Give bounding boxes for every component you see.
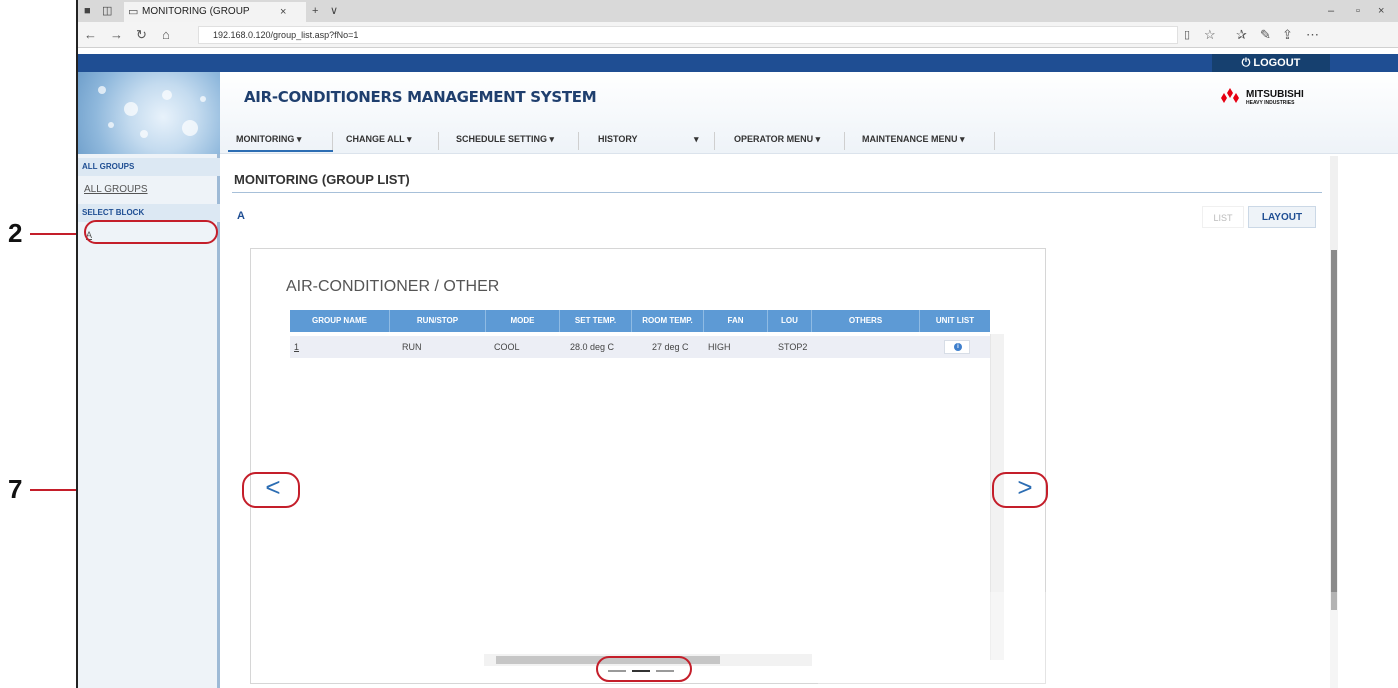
maximize-icon[interactable]: ▫ bbox=[1356, 0, 1360, 22]
callout-number-2: 2 bbox=[8, 218, 23, 248]
highlight-page-indicator bbox=[596, 656, 692, 682]
tab-menu-icon[interactable]: ∨ bbox=[330, 0, 338, 22]
column-others[interactable]: OTHERS bbox=[812, 310, 920, 332]
app-tab-icon[interactable]: ■ bbox=[84, 0, 91, 22]
url-text: 192.168.0.120/group_list.asp?fNo=1 bbox=[213, 30, 359, 40]
back-icon[interactable]: ← bbox=[84, 22, 97, 48]
browser-tab[interactable]: ▭ MONITORING (GROUP × bbox=[124, 2, 306, 22]
reading-view-icon[interactable]: ▯ bbox=[1184, 22, 1190, 48]
tab-close-icon[interactable]: × bbox=[280, 2, 286, 22]
column-mode[interactable]: MODE bbox=[486, 310, 560, 332]
menu-change-all[interactable]: CHANGE ALL ▾ bbox=[346, 128, 412, 152]
panel-title: AIR-CONDITIONER / OTHER bbox=[286, 278, 500, 295]
window-close-icon[interactable]: × bbox=[1378, 0, 1384, 22]
favorite-star-icon[interactable]: ☆ bbox=[1204, 22, 1216, 48]
sidebar-item-all-groups[interactable]: ALL GROUPS bbox=[84, 184, 148, 195]
brand-name: MITSUBISHI bbox=[1246, 89, 1304, 100]
table-row[interactable]: 1 RUN COOL 28.0 deg C 27 deg C HIGH STOP… bbox=[290, 336, 990, 358]
cell-louver: STOP2 bbox=[778, 342, 808, 352]
menu-maintenance[interactable]: MAINTENANCE MENU ▾ bbox=[862, 128, 965, 152]
app-title: AIR-CONDITIONERS MANAGEMENT SYSTEM bbox=[244, 88, 597, 106]
page-title: MONITORING (GROUP LIST) bbox=[234, 172, 410, 187]
more-icon[interactable]: ⋯ bbox=[1306, 22, 1319, 48]
tab-switch-icon[interactable]: ◫ bbox=[102, 0, 112, 22]
menu-schedule-setting[interactable]: SCHEDULE SETTING ▾ bbox=[456, 128, 554, 152]
page-icon: ▭ bbox=[128, 6, 139, 18]
url-field[interactable]: 192.168.0.120/group_list.asp?fNo=1 bbox=[198, 26, 1178, 44]
share-icon[interactable]: ⇪ bbox=[1282, 22, 1293, 48]
new-tab-icon[interactable]: + bbox=[312, 0, 318, 22]
menu-operator[interactable]: OPERATOR MENU ▾ bbox=[734, 128, 820, 152]
info-icon: i bbox=[954, 343, 962, 351]
title-divider bbox=[232, 192, 1322, 193]
menu-history-dropdown[interactable]: ▾ bbox=[694, 128, 699, 152]
sidebar-all-groups-header: ALL GROUPS bbox=[78, 158, 220, 176]
logout-button[interactable]: ⏻ LOGOUT bbox=[1212, 54, 1330, 72]
page-scroll-thumb[interactable] bbox=[1331, 250, 1337, 610]
cell-fan: HIGH bbox=[708, 342, 731, 352]
address-bar: ← → ↻ ⌂ 192.168.0.120/group_list.asp?fNo… bbox=[78, 22, 1398, 48]
column-unit-list[interactable]: UNIT LIST bbox=[920, 310, 990, 332]
cell-set-temp: 28.0 deg C bbox=[570, 342, 615, 352]
list-view-button[interactable]: LIST bbox=[1202, 206, 1244, 228]
block-label: A bbox=[237, 210, 245, 222]
tab-title: MONITORING (GROUP bbox=[142, 6, 250, 17]
mitsubishi-diamonds-icon bbox=[1221, 88, 1239, 103]
header-image bbox=[78, 72, 220, 154]
highlight-prev-arrow bbox=[242, 472, 300, 508]
highlight-block-select bbox=[84, 220, 218, 244]
column-louver[interactable]: LOU bbox=[768, 310, 812, 332]
cell-mode: COOL bbox=[494, 342, 520, 352]
tab-strip: ■ ◫ ▭ MONITORING (GROUP × + ∨ – ▫ × bbox=[78, 0, 1398, 22]
menu-monitoring[interactable]: MONITORING ▾ bbox=[236, 128, 301, 152]
column-group-name[interactable]: GROUP NAME bbox=[290, 310, 390, 332]
menu-history[interactable]: HISTORY bbox=[598, 128, 638, 152]
column-set-temp[interactable]: SET TEMP. bbox=[560, 310, 632, 332]
home-icon[interactable]: ⌂ bbox=[162, 22, 170, 48]
notes-icon[interactable]: ✎ bbox=[1260, 22, 1271, 48]
browser-window: ■ ◫ ▭ MONITORING (GROUP × + ∨ – ▫ × ← → … bbox=[76, 0, 1398, 688]
table-header: GROUP NAME RUN/STOP MODE SET TEMP. ROOM … bbox=[290, 310, 990, 332]
cell-group-name[interactable]: 1 bbox=[294, 336, 299, 358]
refresh-icon[interactable]: ↻ bbox=[136, 22, 147, 48]
column-run-stop[interactable]: RUN/STOP bbox=[390, 310, 486, 332]
cell-run-stop: RUN bbox=[402, 342, 422, 352]
cell-room-temp: 27 deg C bbox=[652, 342, 689, 352]
active-menu-indicator bbox=[228, 150, 333, 152]
forward-icon[interactable]: → bbox=[110, 22, 123, 48]
top-bar: ⏻ LOGOUT bbox=[78, 54, 1398, 72]
fade-overlay bbox=[818, 592, 1338, 688]
brand-subtitle: HEAVY INDUSTRIES bbox=[1246, 100, 1295, 106]
brand-logo: MITSUBISHI HEAVY INDUSTRIES bbox=[1218, 88, 1330, 110]
favorites-icon[interactable]: ✰ bbox=[1236, 22, 1247, 48]
unit-list-button[interactable]: i bbox=[944, 340, 970, 354]
column-fan[interactable]: FAN bbox=[704, 310, 768, 332]
power-icon: ⏻ bbox=[1241, 57, 1254, 69]
layout-view-button[interactable]: LAYOUT bbox=[1248, 206, 1316, 228]
callout-number-7-left: 7 bbox=[8, 474, 23, 504]
column-room-temp[interactable]: ROOM TEMP. bbox=[632, 310, 704, 332]
minimize-icon[interactable]: – bbox=[1328, 0, 1334, 22]
logout-label: LOGOUT bbox=[1253, 57, 1301, 69]
highlight-next-arrow bbox=[992, 472, 1048, 508]
